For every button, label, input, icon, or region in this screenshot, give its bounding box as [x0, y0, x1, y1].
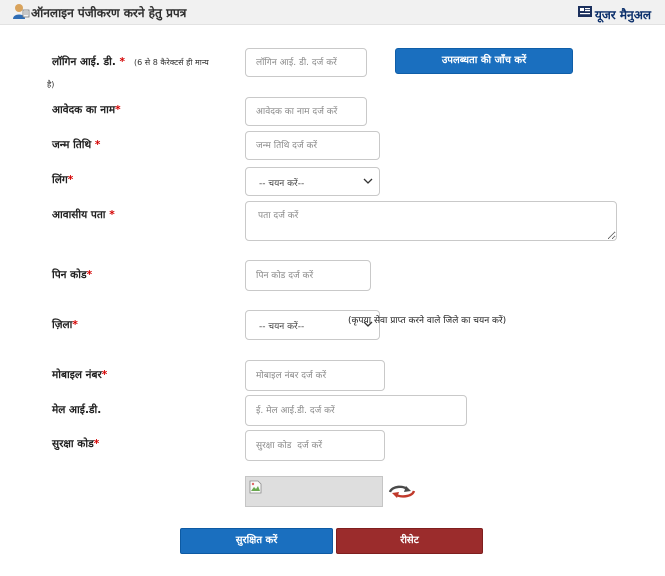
mobile-input[interactable]: [245, 360, 385, 391]
dob-label-text: जन्म तिथि: [52, 139, 92, 151]
user-manual-link[interactable]: यूजर मैनुअल: [577, 4, 651, 23]
captcha-image: [245, 476, 383, 507]
applicant-name-label-text: आवेदक का नाम: [52, 104, 116, 116]
required-mark: *: [67, 174, 74, 186]
user-manual-label: यूजर मैनुअल: [594, 8, 651, 22]
mobile-label-text: मोबाइल नंबर: [52, 369, 102, 381]
user-icon: [13, 4, 30, 19]
reset-button[interactable]: रीसेट: [336, 528, 483, 554]
address-textarea[interactable]: [245, 201, 617, 241]
security-code-label: सुरक्षा कोड*: [52, 437, 99, 451]
required-mark: *: [86, 269, 93, 281]
address-label-text: आवासीय पता: [52, 209, 106, 221]
mobile-label: मोबाइल नंबर*: [52, 368, 107, 382]
login-id-label: लॉगिन आई. डी. *: [52, 55, 125, 69]
district-label: ज़िला*: [52, 318, 78, 332]
chevron-down-icon: [363, 178, 373, 184]
pincode-label-text: पिन कोड: [52, 269, 87, 281]
save-button[interactable]: सुरक्षित करें: [180, 528, 333, 554]
user-manual-icon: [577, 6, 592, 17]
gender-select[interactable]: -- चयन करें--: [245, 167, 380, 196]
dob-input[interactable]: [245, 131, 380, 160]
required-mark: *: [119, 56, 125, 68]
email-label-text: मेल आई.डी.: [52, 404, 102, 416]
security-code-input[interactable]: [245, 430, 385, 461]
gender-label-text: लिंग: [52, 174, 68, 186]
applicant-name-input[interactable]: [245, 97, 367, 126]
address-label: आवासीय पता *: [52, 208, 115, 222]
required-mark: *: [109, 209, 115, 221]
login-id-label-text: लॉगिन आई. डी.: [52, 56, 116, 68]
login-id-hint: (6 से 8 कैरेक्टर्स ही मान्य: [134, 58, 209, 67]
pincode-label: पिन कोड*: [52, 268, 92, 282]
refresh-icon[interactable]: [386, 483, 420, 499]
pincode-input[interactable]: [245, 260, 371, 291]
email-label: मेल आई.डी.: [52, 403, 101, 417]
broken-image-icon: [249, 480, 262, 494]
district-label-text: ज़िला: [52, 319, 73, 331]
required-mark: *: [93, 438, 100, 450]
email-input[interactable]: [245, 395, 467, 426]
dob-label: जन्म तिथि *: [52, 138, 100, 152]
required-mark: *: [72, 319, 78, 331]
applicant-name-label: आवेदक का नाम*: [52, 103, 121, 117]
security-code-label-text: सुरक्षा कोड: [52, 438, 94, 450]
check-availability-button[interactable]: उपलब्धता की जाँच करें: [395, 48, 573, 74]
login-id-input[interactable]: [245, 48, 367, 77]
gender-selected-value: -- चयन करें--: [259, 179, 305, 189]
required-mark: *: [115, 104, 121, 116]
page-header: ऑनलाइन पंजीकरण करने हेतु प्रपत्र यूजर मै…: [0, 0, 665, 25]
gender-label: लिंग*: [52, 173, 73, 187]
district-selected-value: -- चयन करें--: [259, 322, 305, 332]
required-mark: *: [94, 139, 101, 151]
page-title: ऑनलाइन पंजीकरण करने हेतु प्रपत्र: [31, 6, 187, 20]
login-id-hint-continued: है): [47, 80, 55, 89]
required-mark: *: [101, 369, 108, 381]
district-note: (कृपया सेवा प्राप्त करने वाले जिले का चय…: [348, 316, 507, 326]
